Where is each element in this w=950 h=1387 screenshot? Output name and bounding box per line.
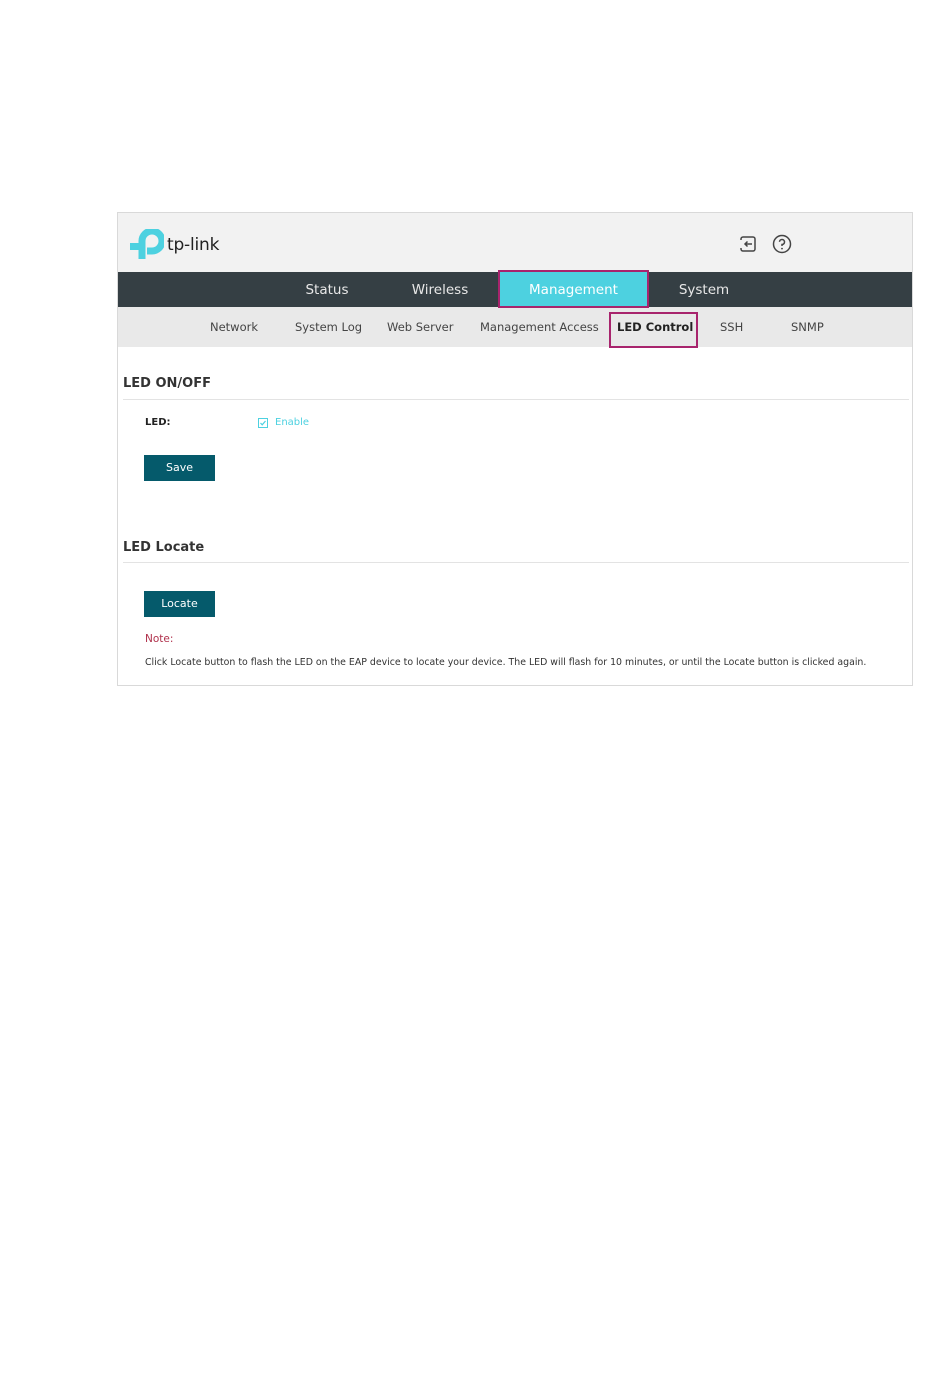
note-text: Click Locate button to flash the LED on … (145, 657, 867, 668)
subtab-system-log[interactable]: System Log (295, 307, 362, 347)
tp-link-logo-icon (130, 229, 164, 259)
sub-nav: Network System Log Web Server Management… (118, 307, 912, 347)
section-divider (123, 562, 909, 563)
help-icon[interactable] (772, 234, 792, 254)
section-divider (123, 399, 909, 400)
save-button[interactable]: Save (144, 455, 215, 481)
subtab-management-access[interactable]: Management Access (480, 307, 599, 347)
locate-button[interactable]: Locate (144, 591, 215, 617)
led-onoff-title: LED ON/OFF (123, 376, 211, 391)
logo-text: tp-link (167, 235, 220, 255)
tab-status[interactable]: Status (290, 272, 364, 307)
web-ui-panel: tp-link Status Wireless Management Syste… (117, 212, 913, 686)
tab-management[interactable]: Management (499, 272, 648, 307)
led-field-label: LED: (145, 417, 171, 428)
checkmark-icon (260, 420, 266, 426)
tab-system[interactable]: System (667, 272, 741, 307)
subtab-web-server[interactable]: Web Server (387, 307, 453, 347)
subtab-led-control[interactable]: LED Control (617, 307, 693, 347)
main-nav: Status Wireless Management System (118, 272, 912, 307)
subtab-ssh[interactable]: SSH (720, 307, 743, 347)
note-label: Note: (145, 633, 174, 645)
tab-wireless[interactable]: Wireless (402, 272, 478, 307)
led-locate-title: LED Locate (123, 540, 205, 555)
enable-label[interactable]: Enable (275, 417, 309, 428)
logout-icon[interactable] (738, 234, 758, 254)
header-bar: tp-link (118, 213, 912, 272)
subtab-network[interactable]: Network (210, 307, 258, 347)
subtab-snmp[interactable]: SNMP (791, 307, 824, 347)
led-enable-checkbox[interactable] (258, 418, 268, 428)
tp-link-logo: tp-link (130, 229, 219, 261)
